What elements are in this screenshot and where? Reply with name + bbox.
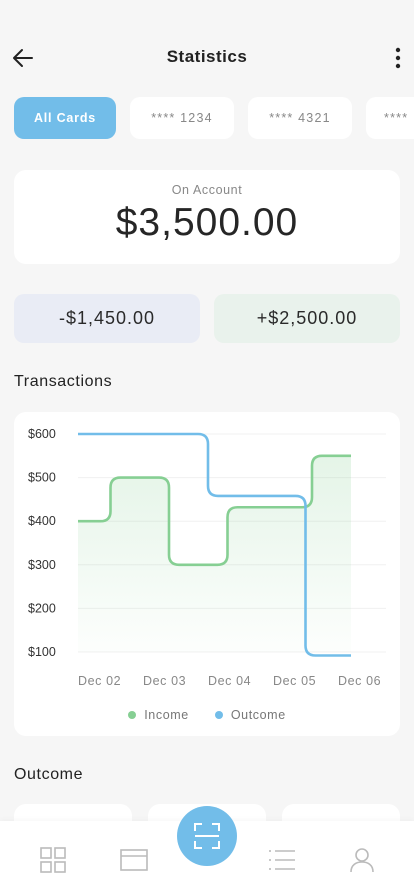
income-dot-icon: [128, 711, 137, 719]
transactions-title: Transactions: [14, 373, 113, 390]
chart-legend: Income Outcome: [14, 708, 400, 722]
outcome-dot-icon: [214, 711, 223, 719]
page-title: Statistics: [166, 47, 248, 66]
card-chip-1234[interactable]: **** 1234: [130, 97, 234, 139]
transactions-chart-card: $600 $500 $400 $300 $200 $100 Dec 02 Dec 03 Dec …: [14, 412, 400, 736]
grid-icon[interactable]: [39, 847, 67, 873]
scan-button[interactable]: [177, 806, 237, 866]
x-tick-label: Dec 04: [208, 674, 251, 688]
income-summary: +$2,500.00: [214, 294, 400, 343]
transactions-chart: $600 $500 $400 $300 $200 $100 Dec 02 Dec 03 Dec …: [28, 427, 386, 688]
account-balance: $3,500.00: [115, 201, 299, 244]
y-tick-label: $200: [28, 601, 56, 615]
y-tick-label: $300: [28, 558, 56, 572]
income-area: [78, 455, 351, 652]
y-tick-label: $600: [28, 427, 56, 441]
account-balance-card: On Account $3,500.00: [14, 170, 400, 264]
header: Statistics: [0, 0, 414, 96]
card-chip-4321[interactable]: **** 4321: [248, 97, 352, 139]
y-tick-label: $100: [28, 645, 56, 659]
card-chip-all[interactable]: All Cards: [14, 97, 116, 139]
scan-icon: [194, 823, 220, 849]
user-icon[interactable]: [348, 847, 376, 873]
x-tick-label: Dec 06: [338, 674, 381, 688]
card-filter-row: All Cards **** 1234 **** 4321 ****: [14, 97, 414, 139]
x-tick-label: Dec 05: [273, 674, 316, 688]
legend-income-label: Income: [144, 708, 189, 722]
more-vertical-icon[interactable]: [392, 44, 404, 72]
x-tick-label: Dec 02: [78, 674, 121, 688]
legend-outcome[interactable]: Outcome: [214, 708, 286, 722]
outcome-summary: -$1,450.00: [14, 294, 200, 343]
outcome-title: Outcome: [14, 766, 84, 783]
x-tick-label: Dec 03: [143, 674, 186, 688]
card-chip-more[interactable]: ****: [366, 97, 414, 139]
y-tick-label: $500: [28, 471, 56, 485]
account-label: On Account: [171, 183, 243, 197]
legend-income[interactable]: Income: [128, 708, 189, 722]
y-tick-label: $400: [28, 514, 56, 528]
card-icon[interactable]: [120, 847, 148, 873]
list-icon[interactable]: [268, 847, 296, 873]
legend-outcome-label: Outcome: [230, 708, 286, 722]
